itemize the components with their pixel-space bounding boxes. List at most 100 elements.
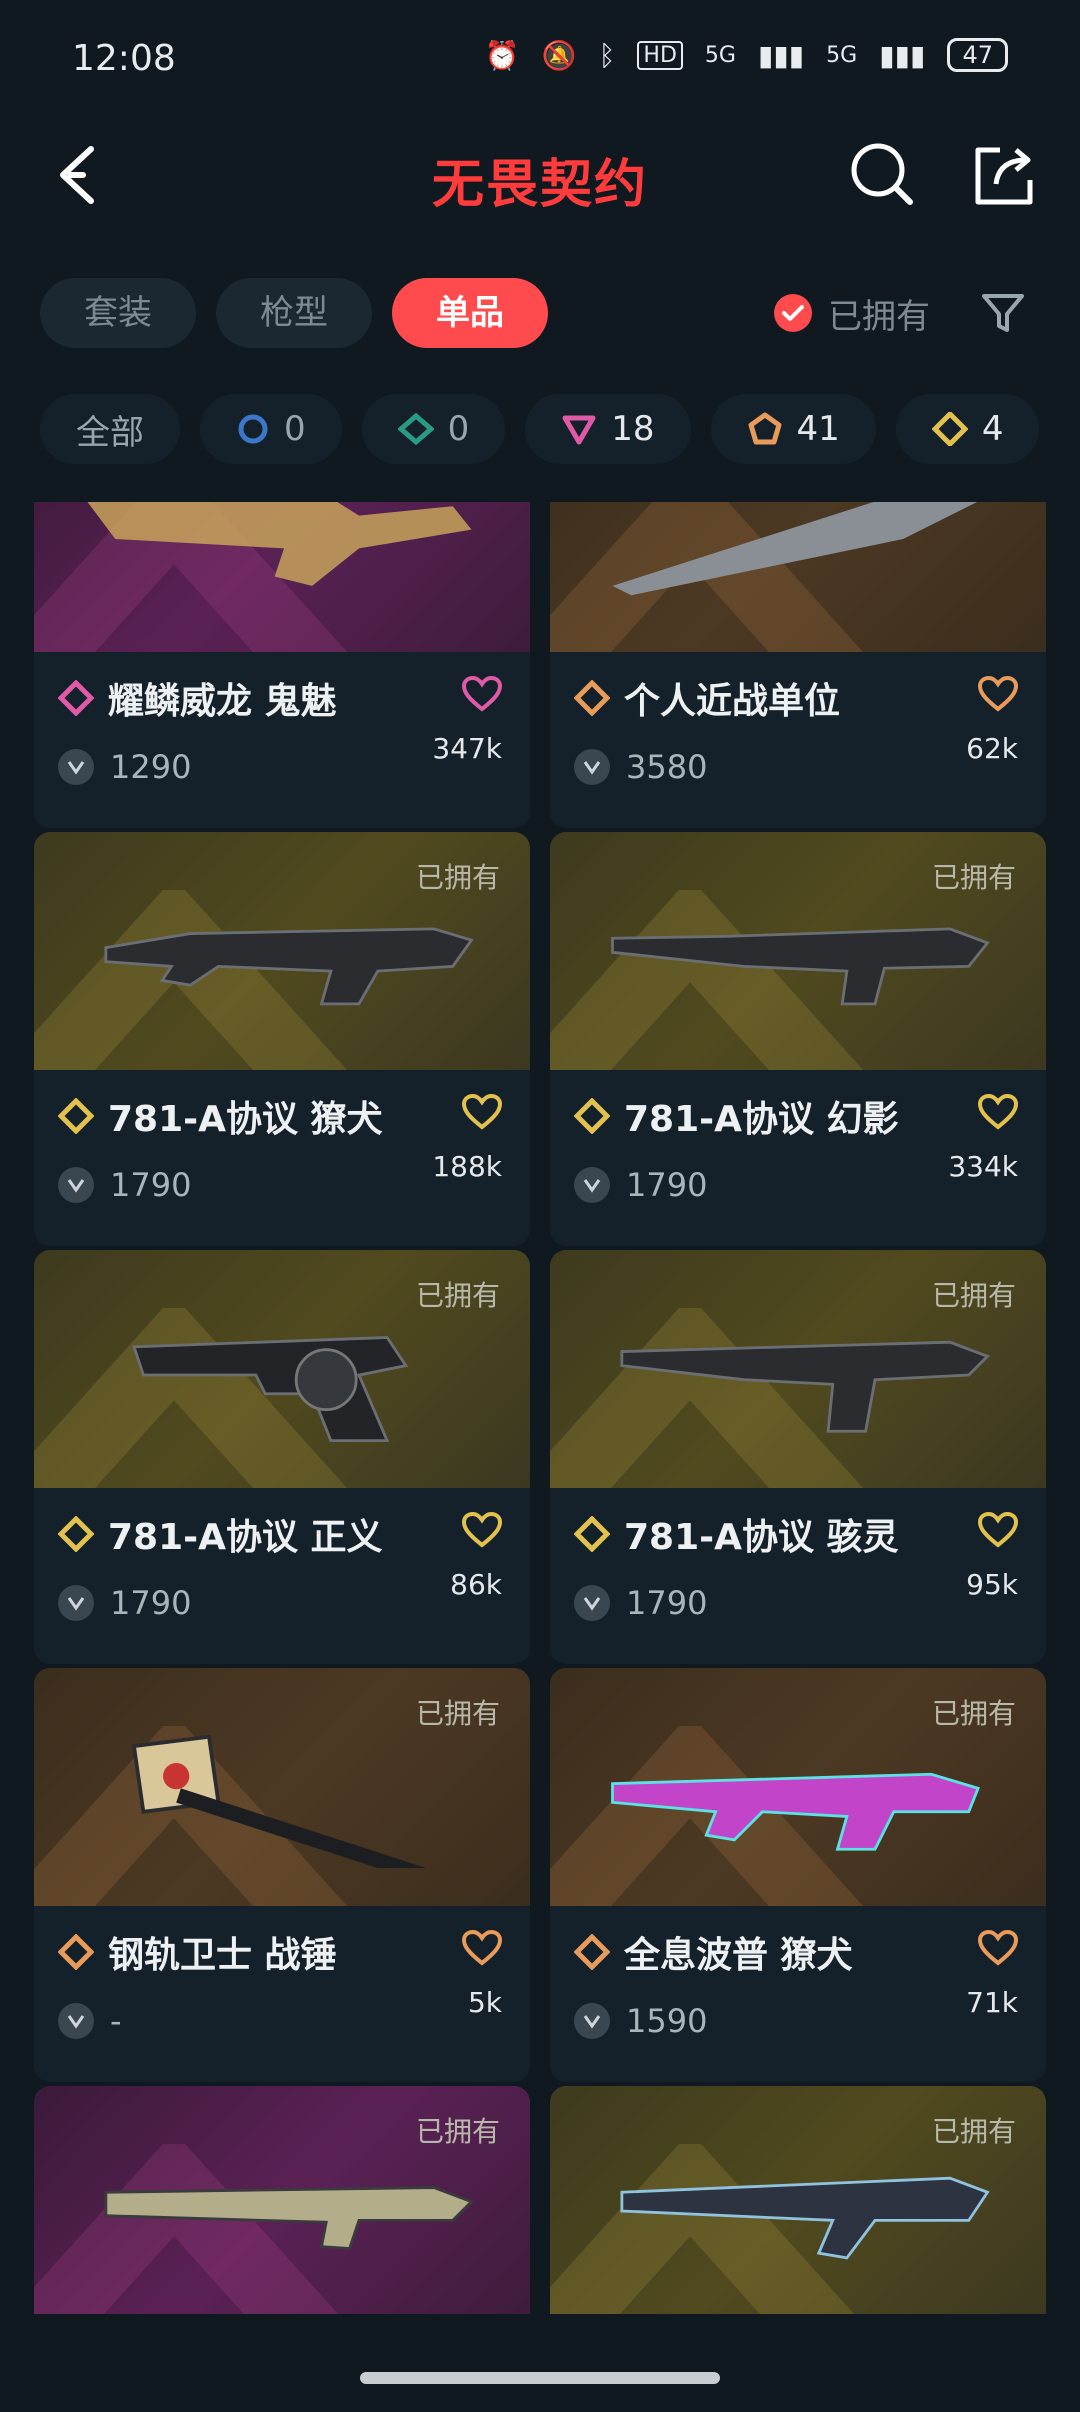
skin-image: 已拥有 [550,2086,1046,2314]
mute-icon: 🔕 [541,38,577,72]
heart-icon[interactable] [462,676,502,712]
like-count: 71k [966,1986,1018,2019]
owned-filter-toggle[interactable]: 已拥有 [774,278,930,348]
tier-icon [58,1098,94,1134]
page-title: 无畏契约 [431,155,648,215]
valorant-points-icon [58,749,94,785]
battery-level: 47 [962,41,993,69]
owned-tag: 已拥有 [931,861,1016,894]
category-tabs: 套装 枪型 单品 [40,278,548,348]
tier-icon [574,1098,610,1134]
skin-grid: 耀鳞威龙 鬼魅 1290 347k 个人近战单位 3580 62k 已拥有 781-A协议 獠… [0,502,1080,2314]
skin-title-row: 781-A协议 獠犬 [58,1090,382,1142]
tab-single-items[interactable]: 单品 [392,278,548,348]
owned-tag: 已拥有 [415,1279,500,1312]
valorant-points-icon [58,1167,94,1203]
heart-icon[interactable] [978,1930,1018,1966]
home-indicator[interactable] [360,2372,720,2384]
heart-icon[interactable] [978,676,1018,712]
heart-icon[interactable] [462,1094,502,1130]
skin-image [550,502,1046,652]
chip-ultra-tier[interactable]: 41 [710,394,876,464]
heart-icon[interactable] [978,1094,1018,1130]
chip-all-label: 全部 [76,412,144,453]
weapon-image [87,502,472,586]
heart-icon[interactable] [462,1930,502,1966]
tier-icon [58,1934,94,1970]
share-icon [975,147,1033,205]
skin-title-row: 钢轨卫士 战锤 [58,1926,337,1978]
skin-card[interactable]: 个人近战单位 3580 62k [550,502,1046,828]
tab-weapon-types[interactable]: 枪型 [216,278,372,348]
chip-all[interactable]: 全部 [40,394,180,464]
rarity-filter-chips: 全部 0 0 18 41 4 [40,394,1080,464]
weapon-image [620,2176,990,2260]
skin-name: 781-A协议 骇灵 [624,1517,899,1558]
skin-card[interactable]: 耀鳞威龙 鬼魅 1290 347k [34,502,530,828]
owned-tag: 已拥有 [415,1697,500,1730]
status-time: 12:08 [72,38,176,79]
skin-image: 已拥有 [34,1668,530,1906]
skin-card[interactable]: 已拥有 781-A协议 獠犬 1790 188k [34,832,530,1246]
skin-title-row: 781-A协议 幻影 [574,1090,898,1142]
skin-price: 1290 [110,748,192,786]
skin-title-row: 781-A协议 正义 [58,1508,382,1560]
skin-price: 1790 [626,1584,708,1622]
search-icon [851,143,913,205]
alarm-icon: ⏰ [484,38,520,72]
weapon-image [104,2186,475,2250]
signal-5g-icon-2: 5G [826,42,858,68]
weapon-image [611,927,990,1006]
skin-image: 已拥有 [550,832,1046,1070]
owned-tag: 已拥有 [931,1279,1016,1312]
skin-card[interactable]: 已拥有 781-A协议 正义 1790 86k [34,1250,530,1664]
skin-title-row: 781-A协议 骇灵 [574,1508,898,1560]
tab-bundles[interactable]: 套装 [40,278,196,348]
skin-name: 781-A协议 幻影 [624,1099,899,1140]
like-count: 5k [467,1986,502,2019]
skin-card[interactable]: 已拥有钢轨卫士 战锤 - 5k [34,1668,530,2082]
price-row: - [58,2002,122,2040]
like-count: 86k [450,1568,502,1601]
status-icons: ⏰ 🔕 ᛒ HD 5G ▮▮▮ 5G ▮▮▮ 47 [485,38,1008,72]
skin-price: 1790 [110,1584,192,1622]
skin-name: 781-A协议 獠犬 [108,1099,383,1140]
skin-name: 全息波普 獠犬 [624,1935,853,1976]
skin-card[interactable]: 已拥有 781-A协议 幻影 1790 334k [550,832,1046,1246]
share-button[interactable] [968,140,1038,210]
heart-icon[interactable] [978,1512,1018,1548]
status-bar: 12:08 ⏰ 🔕 ᛒ HD 5G ▮▮▮ 5G ▮▮▮ 47 [0,0,1080,120]
search-button[interactable] [848,140,918,210]
valorant-points-icon [574,2003,610,2039]
skin-title-row: 耀鳞威龙 鬼魅 [58,672,337,724]
valorant-points-icon [58,2003,94,2039]
chip-premium-tier[interactable]: 4 [895,394,1040,464]
skin-image: 已拥有 [550,1668,1046,1906]
price-row: 1290 [58,748,191,786]
skin-card[interactable]: 已拥有全息波普 獠犬 1590 71k [550,1668,1046,2082]
chip-deluxe-tier[interactable]: 0 [361,394,506,464]
price-row: 1590 [574,2002,707,2040]
filter-button[interactable] [980,290,1026,336]
valorant-points-icon [58,1585,94,1621]
owned-tag: 已拥有 [415,2115,500,2148]
skin-image [34,502,530,652]
chip-select-tier[interactable]: 0 [200,394,342,464]
signal-bars-icon-2: ▮▮▮ [879,38,926,72]
chip-exclusive-tier[interactable]: 18 [525,394,691,464]
skin-name: 781-A协议 正义 [108,1517,383,1558]
skin-price: 3580 [626,748,708,786]
chip-count: 18 [611,409,655,449]
like-count: 188k [432,1150,502,1183]
skin-card[interactable]: 已拥有 [34,2086,530,2314]
skin-title-row: 个人近战单位 [574,672,840,724]
price-row: 1790 [574,1166,707,1204]
skin-card[interactable]: 已拥有 781-A协议 骇灵 1790 95k [550,1250,1046,1664]
tier-icon [574,680,610,716]
ultra-tier-icon [748,412,782,445]
price-row: 1790 [58,1166,191,1204]
skin-price: 1790 [626,1166,708,1204]
skin-name: 耀鳞威龙 鬼魅 [108,681,337,722]
heart-icon[interactable] [462,1512,502,1548]
skin-card[interactable]: 已拥有 [550,2086,1046,2314]
